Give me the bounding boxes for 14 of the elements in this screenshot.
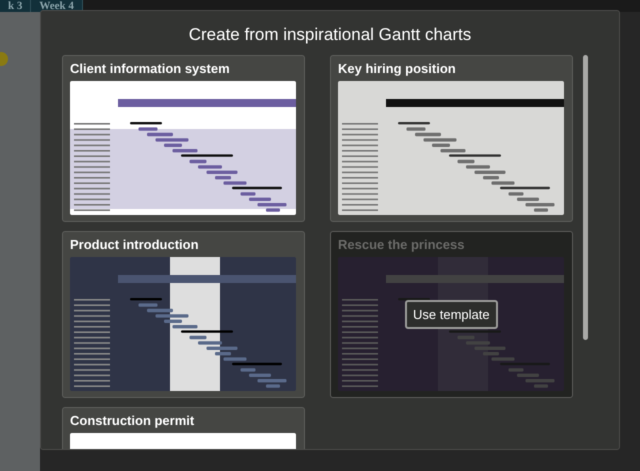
column-header: k 3 [0,0,32,12]
scrollbar-thumb[interactable] [583,55,588,340]
template-card[interactable]: Construction permit [62,407,305,449]
template-card[interactable]: Client information system [62,55,305,222]
template-card[interactable]: Rescue the princess Use template [330,231,573,398]
template-card[interactable]: Product introduction [62,231,305,398]
template-title: Rescue the princess [338,236,466,253]
template-title: Product introduction [70,236,200,253]
template-title: Client information system [70,60,231,77]
template-card[interactable]: Key hiring position [330,55,573,222]
template-title: Construction permit [70,412,196,429]
use-template-button[interactable]: Use template [405,300,498,329]
dialog-title: Create from inspirational Gantt charts [188,24,472,46]
template-title: Key hiring position [338,60,457,77]
